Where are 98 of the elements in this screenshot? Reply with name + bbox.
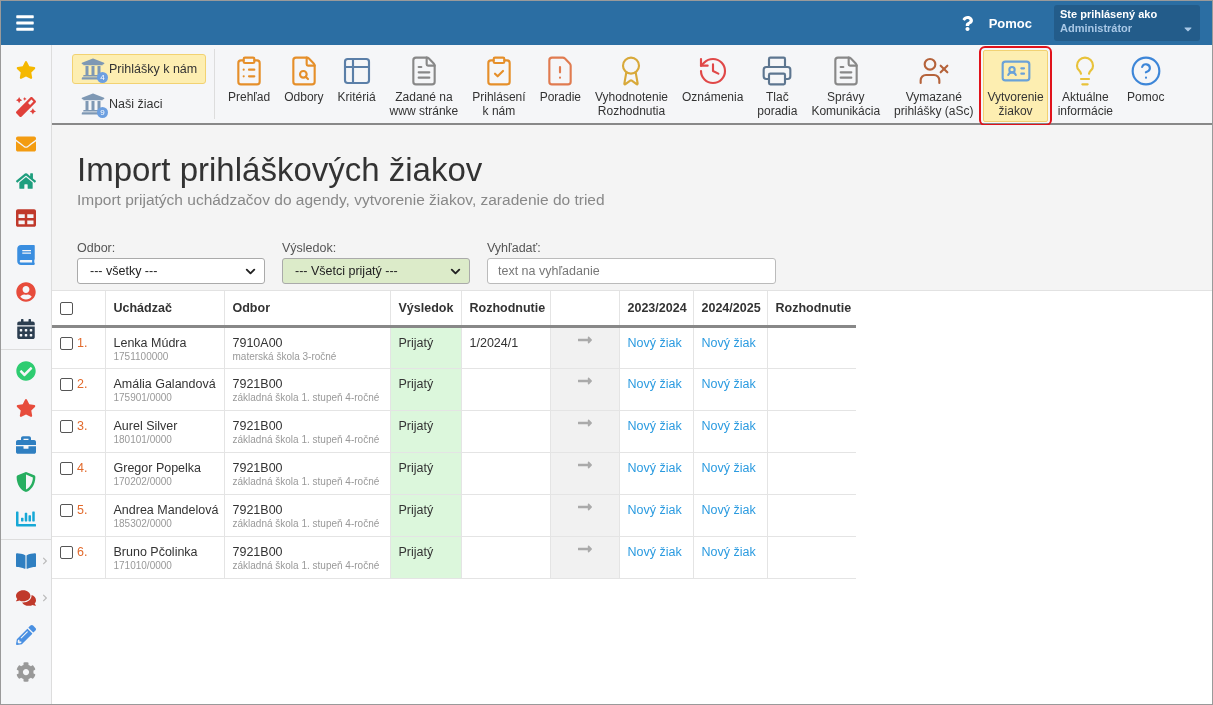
row-number: 2. <box>77 377 88 392</box>
printer-icon <box>761 55 794 87</box>
filter-select[interactable]: --- Všetci prijatý --- <box>282 258 470 284</box>
column-header: Rozhodnutie <box>461 291 550 326</box>
field-name: materská škola 3-ročné <box>232 350 338 362</box>
grid-icon[interactable] <box>16 207 36 228</box>
user-remove-icon <box>917 55 950 87</box>
toolbar-button[interactable]: Vyhodnotenie Rozhodnutia <box>591 50 672 122</box>
column-header: Rozhodnutie <box>767 291 856 326</box>
count-badge: 4 <box>97 71 108 83</box>
field-name: základná škola 1. stupeň 4-ročné <box>232 475 381 487</box>
toolbar-button[interactable]: Prehľad <box>224 50 275 118</box>
magic-wand-icon[interactable] <box>16 96 36 117</box>
briefcase-icon[interactable] <box>16 434 36 455</box>
field-name: základná škola 1. stupeň 4-ročné <box>232 517 381 529</box>
applicant-id: 185302/0000 <box>113 517 173 529</box>
chevron-icon <box>40 556 49 565</box>
row-number: 5. <box>77 503 88 518</box>
notebook-icon[interactable] <box>16 244 36 265</box>
menu-icon[interactable] <box>15 13 35 33</box>
building-icon <box>81 92 105 117</box>
toolbar-button[interactable]: Poradie <box>535 50 585 118</box>
toolbar-button[interactable]: Pomoc <box>1123 50 1169 118</box>
applicant-id: 1751100000 <box>113 350 170 362</box>
applicant-name: Bruno Pčolinka <box>113 544 199 559</box>
toolbar-button[interactable]: Odbory <box>280 50 328 118</box>
shield-icon[interactable] <box>16 471 36 492</box>
applicant-name: Aurel Silver <box>113 418 179 433</box>
applicant-name: Lenka Múdra <box>113 335 188 350</box>
result-text: Prijatý <box>398 335 434 350</box>
filter-label: Odbor: <box>77 241 117 255</box>
applicant-id: 180101/0000 <box>113 433 173 445</box>
checkbox[interactable] <box>60 419 73 433</box>
module-button[interactable]: 9 Naši žiaci <box>72 89 172 119</box>
column-header: 2023/2024 <box>619 291 693 326</box>
decision-text: 1/2024/1 <box>469 335 519 350</box>
field-name: základná škola 1. stupeň 4-ročné <box>232 433 381 445</box>
chat-icon[interactable] <box>16 587 36 608</box>
result-text: Prijatý <box>398 376 434 391</box>
applicant-id: 175901/0000 <box>113 391 173 403</box>
user-menu[interactable]: Ste prihlásený ako Administrátor <box>1054 5 1200 41</box>
applicant-id: 170202/0000 <box>113 475 173 487</box>
field-name: základná škola 1. stupeň 4-ročné <box>232 391 381 403</box>
building-icon <box>81 56 105 81</box>
help-icon <box>1129 55 1162 87</box>
toolbar-button[interactable]: Kritériá <box>333 50 380 118</box>
row-number: 4. <box>77 461 88 476</box>
checkbox[interactable] <box>60 377 73 391</box>
toolbar-button[interactable]: Tlač poradia <box>753 50 802 122</box>
result-text: Prijatý <box>398 418 434 433</box>
help-link[interactable]: Pomoc <box>959 15 1032 31</box>
checkbox[interactable] <box>60 461 73 475</box>
toolbar-button[interactable]: Správy Komunikácia <box>807 50 885 122</box>
row-number: 1. <box>77 336 88 351</box>
result-text: Prijatý <box>398 544 434 559</box>
checkbox[interactable] <box>60 503 73 517</box>
row-number: 6. <box>77 545 88 560</box>
toolbar-button[interactable]: Aktuálne informácie <box>1053 50 1118 122</box>
calendar-icon[interactable] <box>16 318 36 339</box>
chevron-icon <box>40 593 49 602</box>
column-header: Odbor <box>224 291 390 326</box>
applicant-id: 171010/0000 <box>113 559 173 571</box>
column-header: Uchádzač <box>105 291 224 326</box>
applicant-name: Gregor Popelka <box>113 460 203 475</box>
checkbox[interactable] <box>60 336 73 350</box>
field-name: základná škola 1. stupeň 4-ročné <box>232 559 381 571</box>
checkbox[interactable] <box>60 545 73 559</box>
result-text: Prijatý <box>398 502 434 517</box>
checkbox[interactable] <box>60 301 73 315</box>
toolbar-button[interactable]: Prihlásení k nám <box>468 50 530 122</box>
applicant-name: Amália Galandová <box>113 376 216 391</box>
star-icon[interactable] <box>16 59 36 80</box>
result-text: Prijatý <box>398 460 434 475</box>
toolbar-button[interactable]: Zadané na www stránke <box>385 50 463 122</box>
pencil-icon[interactable] <box>16 624 36 645</box>
person-icon[interactable] <box>16 281 36 302</box>
toolbar-button[interactable]: Oznámenia <box>677 50 748 118</box>
filter-label: Vyhľadať: <box>487 241 542 255</box>
page-title: Import prihláškových žiakov <box>77 151 484 189</box>
field-code: 7921B00 <box>232 502 284 517</box>
field-code: 7921B00 <box>232 460 284 475</box>
filter-label: Výsledok: <box>282 241 338 255</box>
row-number: 3. <box>77 419 88 434</box>
home-icon[interactable] <box>16 170 36 191</box>
page-subtitle: Import prijatých uchádzačov do agendy, vytvorenie žiakov, zaradenie do tried <box>77 191 606 209</box>
settings-icon[interactable] <box>16 661 36 682</box>
count-badge: 9 <box>97 107 108 119</box>
search-field[interactable]: text na vyhľadanie <box>487 258 776 284</box>
open-book-icon[interactable] <box>16 550 36 571</box>
module-button[interactable]: 4 Prihlášky k nám <box>72 54 207 84</box>
field-code: 7921B00 <box>232 544 284 559</box>
check-icon[interactable] <box>16 360 36 381</box>
field-code: 7910A00 <box>232 335 284 350</box>
toolbar-button[interactable]: Vymazané prihlášky (aSc) <box>890 50 978 122</box>
field-code: 7921B00 <box>232 418 284 433</box>
column-header: 2024/2025 <box>693 291 767 326</box>
filter-select[interactable]: --- všetky --- <box>77 258 265 284</box>
field-code: 7921B00 <box>232 376 284 391</box>
